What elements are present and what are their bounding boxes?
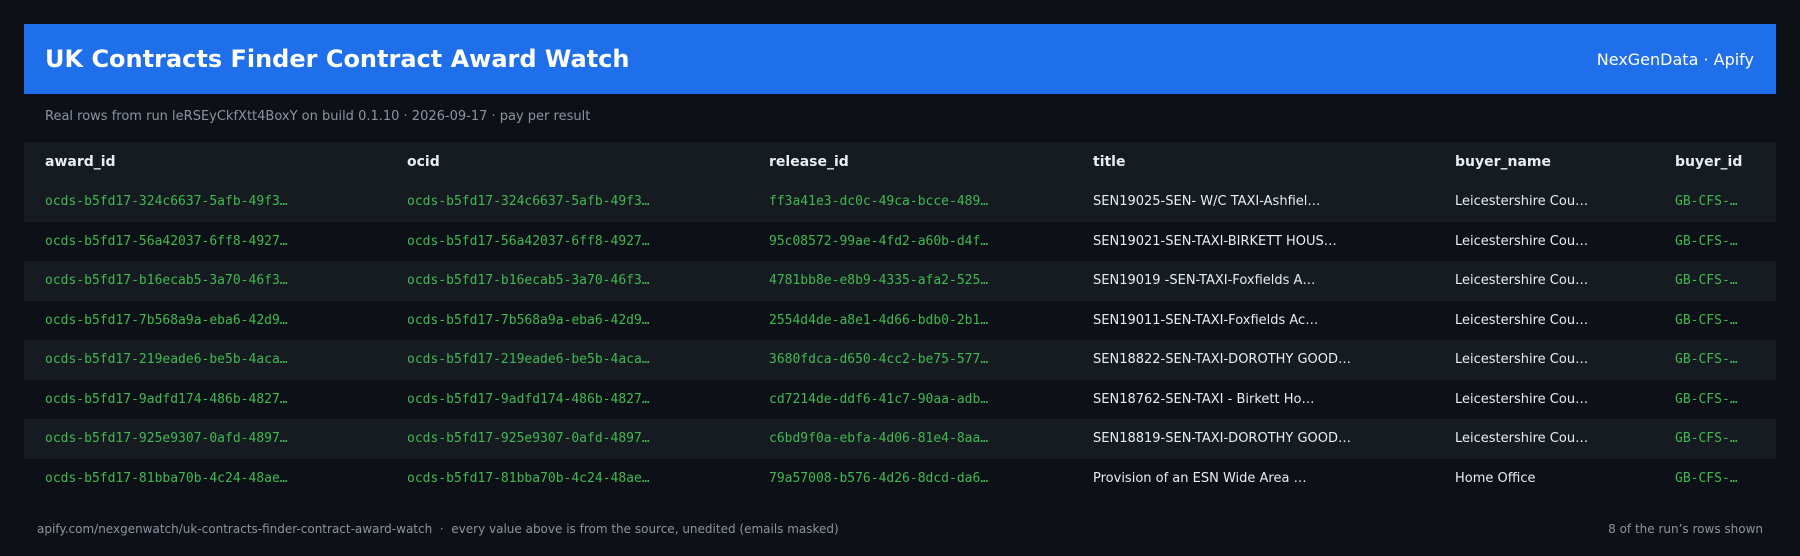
cell-buyer-id: GB-CFS-… (1654, 182, 1776, 222)
cell-award-id: ocds-b5fd17-219eade6-be5b-4aca… (24, 340, 386, 380)
cell-release-id: 95c08572-99ae-4fd2-a60b-d4f… (748, 221, 1072, 261)
cell-release-id: 2554d4de-a8e1-4d66-bdb0-2b1… (748, 300, 1072, 340)
cell-buyer-id: GB-CFS-… (1654, 221, 1776, 261)
footer-row-count: 8 of the run’s rows shown (1608, 522, 1763, 536)
cell-title: SEN18819-SEN-TAXI-DOROTHY GOOD… (1072, 419, 1434, 459)
cell-award-id: ocds-b5fd17-81bba70b-4c24-48ae… (24, 458, 386, 498)
cell-award-id: ocds-b5fd17-925e9307-0afd-4897… (24, 419, 386, 459)
cell-title: SEN18822-SEN-TAXI-DOROTHY GOOD… (1072, 340, 1434, 380)
column-header-buyer-name: buyer_name (1434, 142, 1654, 182)
cell-buyer-id: GB-CFS-… (1654, 379, 1776, 419)
table-row: ocds-b5fd17-219eade6-be5b-4aca… ocds-b5f… (24, 340, 1776, 380)
table-row: ocds-b5fd17-7b568a9a-eba6-42d9… ocds-b5f… (24, 300, 1776, 340)
cell-buyer-name: Leicestershire Cou… (1434, 340, 1654, 380)
cell-award-id: ocds-b5fd17-9adfd174-486b-4827… (24, 379, 386, 419)
cell-buyer-id: GB-CFS-… (1654, 458, 1776, 498)
column-header-ocid: ocid (386, 142, 748, 182)
cell-buyer-name: Leicestershire Cou… (1434, 379, 1654, 419)
cell-ocid: ocds-b5fd17-56a42037-6ff8-4927… (386, 221, 748, 261)
cell-release-id: 79a57008-b576-4d26-8dcd-da6… (748, 458, 1072, 498)
cell-release-id: ff3a41e3-dc0c-49ca-bcce-489… (748, 182, 1072, 222)
cell-buyer-name: Leicestershire Cou… (1434, 419, 1654, 459)
page-title: UK Contracts Finder Contract Award Watch (45, 45, 630, 73)
cell-ocid: ocds-b5fd17-81bba70b-4c24-48ae… (386, 458, 748, 498)
cell-ocid: ocds-b5fd17-925e9307-0afd-4897… (386, 419, 748, 459)
table-row: ocds-b5fd17-324c6637-5afb-49f3… ocds-b5f… (24, 182, 1776, 222)
table-row: ocds-b5fd17-81bba70b-4c24-48ae… ocds-b5f… (24, 458, 1776, 498)
cell-buyer-id: GB-CFS-… (1654, 419, 1776, 459)
table-row: ocds-b5fd17-925e9307-0afd-4897… ocds-b5f… (24, 419, 1776, 459)
cell-ocid: ocds-b5fd17-9adfd174-486b-4827… (386, 379, 748, 419)
footer-source-note: apify.com/nexgenwatch/uk-contracts-finde… (37, 522, 839, 536)
cell-buyer-name: Leicestershire Cou… (1434, 300, 1654, 340)
brand-label: NexGenData · Apify (1596, 49, 1754, 69)
cell-ocid: ocds-b5fd17-219eade6-be5b-4aca… (386, 340, 748, 380)
column-header-buyer-id: buyer_id (1654, 142, 1776, 182)
cell-buyer-name: Leicestershire Cou… (1434, 261, 1654, 301)
table-header-row: award_id ocid release_id title buyer_nam… (24, 142, 1776, 182)
cell-release-id: 4781bb8e-e8b9-4335-afa2-525… (748, 261, 1072, 301)
cell-ocid: ocds-b5fd17-7b568a9a-eba6-42d9… (386, 300, 748, 340)
cell-award-id: ocds-b5fd17-56a42037-6ff8-4927… (24, 221, 386, 261)
table-row: ocds-b5fd17-b16ecab5-3a70-46f3… ocds-b5f… (24, 261, 1776, 301)
cell-ocid: ocds-b5fd17-b16ecab5-3a70-46f3… (386, 261, 748, 301)
cell-title: SEN18762-SEN-TAXI - Birkett Ho… (1072, 379, 1434, 419)
cell-award-id: ocds-b5fd17-b16ecab5-3a70-46f3… (24, 261, 386, 301)
header-banner: UK Contracts Finder Contract Award Watch… (24, 24, 1776, 94)
table-row: ocds-b5fd17-56a42037-6ff8-4927… ocds-b5f… (24, 221, 1776, 261)
cell-buyer-name: Leicestershire Cou… (1434, 182, 1654, 222)
cell-title: Provision of an ESN Wide Area … (1072, 458, 1434, 498)
cell-buyer-id: GB-CFS-… (1654, 340, 1776, 380)
table-row: ocds-b5fd17-9adfd174-486b-4827… ocds-b5f… (24, 379, 1776, 419)
column-header-release-id: release_id (748, 142, 1072, 182)
cell-buyer-name: Home Office (1434, 458, 1654, 498)
cell-award-id: ocds-b5fd17-324c6637-5afb-49f3… (24, 182, 386, 222)
cell-buyer-id: GB-CFS-… (1654, 300, 1776, 340)
results-table: award_id ocid release_id title buyer_nam… (24, 142, 1776, 498)
column-header-title: title (1072, 142, 1434, 182)
cell-release-id: cd7214de-ddf6-41c7-90aa-adb… (748, 379, 1072, 419)
cell-ocid: ocds-b5fd17-324c6637-5afb-49f3… (386, 182, 748, 222)
cell-award-id: ocds-b5fd17-7b568a9a-eba6-42d9… (24, 300, 386, 340)
cell-buyer-name: Leicestershire Cou… (1434, 221, 1654, 261)
column-header-award-id: award_id (24, 142, 386, 182)
cell-release-id: 3680fdca-d650-4cc2-be75-577… (748, 340, 1072, 380)
cell-buyer-id: GB-CFS-… (1654, 261, 1776, 301)
cell-release-id: c6bd9f0a-ebfa-4d06-81e4-8aa… (748, 419, 1072, 459)
cell-title: SEN19011-SEN-TAXI-Foxfields Ac… (1072, 300, 1434, 340)
cell-title: SEN19025-SEN- W/C TAXI-Ashfiel… (1072, 182, 1434, 222)
run-info-subtitle: Real rows from run leRSEyCkfXtt4BoxY on … (45, 109, 591, 124)
cell-title: SEN19019 -SEN-TAXI-Foxfields A… (1072, 261, 1434, 301)
cell-title: SEN19021-SEN-TAXI-BIRKETT HOUS… (1072, 221, 1434, 261)
